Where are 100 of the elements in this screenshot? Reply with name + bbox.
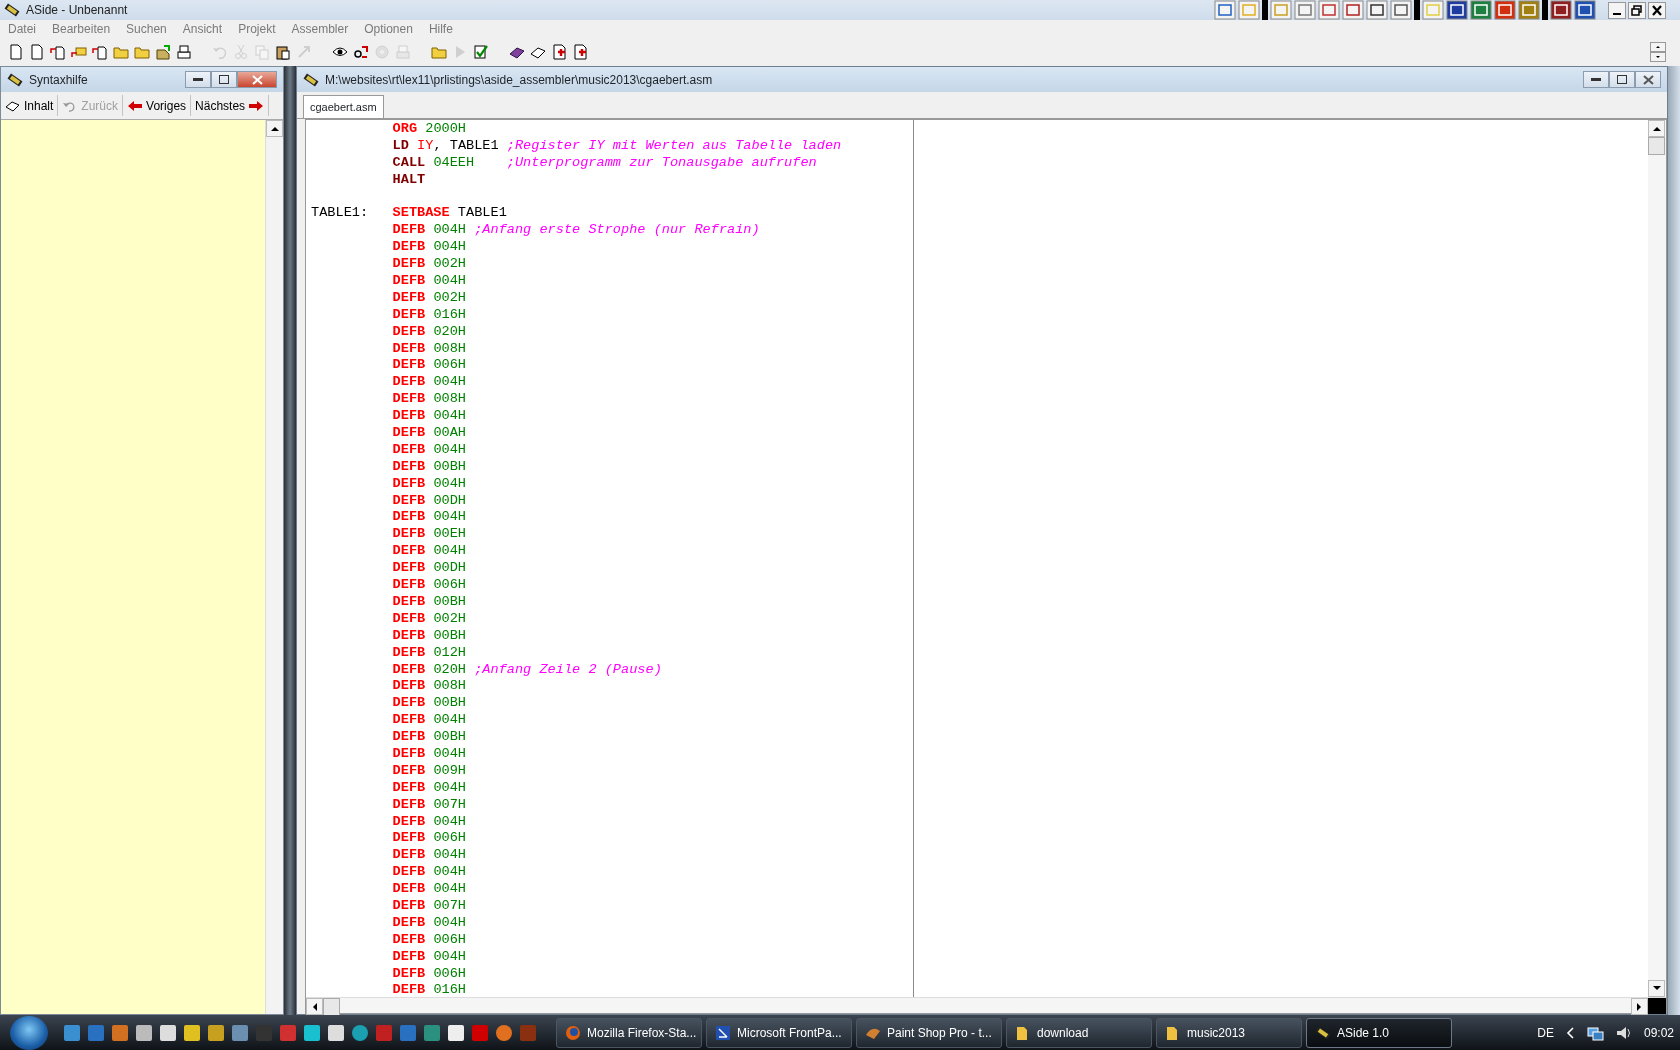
code-directive: DEFB [392,543,426,559]
printer-icon[interactable] [176,44,192,60]
code-directive: DEFB [392,881,426,897]
menu-item[interactable]: Bearbeiten [52,20,111,38]
code-directive: DEFB [392,526,426,542]
code-register: IY [417,137,434,153]
code-directive: DEFB [392,678,426,694]
scroll-down-button[interactable] [1648,980,1665,997]
scroll-right-button[interactable] [1631,998,1648,1015]
minimize-button[interactable] [1608,1,1626,19]
start-button[interactable] [10,1015,48,1050]
folder-arrow-icon[interactable] [71,44,87,60]
code-directive: DEFB [392,796,426,812]
code-instruction: LD [392,137,409,153]
close-icon [251,74,263,85]
folder-icon[interactable] [113,44,129,60]
code-directive: DEFB [392,357,426,373]
code-symbol: TABLE1 [457,205,507,221]
document-arrow-icon[interactable] [50,44,66,60]
code-number: 004H [433,914,466,930]
taskbar-button[interactable]: Paint Shop Pro - t... [856,1017,1002,1048]
scroll-left-button[interactable] [306,998,323,1015]
cycle-arrows-icon[interactable] [353,44,369,60]
help-nav-button[interactable]: Nächstes [191,95,270,116]
menu-item[interactable]: Hilfe [428,20,453,38]
taskbar-button[interactable]: music2013 [1156,1017,1302,1048]
code-directive: ORG [392,121,418,136]
help-nav-button[interactable]: Voriges [123,95,192,116]
taskbar-button[interactable]: Microsoft FrontPa... [706,1017,852,1048]
arrow-up-icon [270,126,279,131]
help-nav-button[interactable]: Inhalt [1,95,59,116]
code-directive: DEFB [392,610,426,626]
menu-item[interactable]: Projekt [238,20,276,38]
menu-item[interactable]: Assembler [291,20,349,38]
code-instruction: HALT [392,171,426,187]
maximize-button[interactable] [211,71,237,88]
code-directive: DEFB [392,729,426,745]
chevron-icon[interactable] [1565,1026,1575,1039]
menu-item[interactable]: Datei [8,20,36,38]
code-directive: DEFB [392,914,426,930]
scroll-up-button[interactable] [266,120,283,137]
maximize-button[interactable] [1609,71,1635,88]
code-directive: DEFB [392,661,426,677]
code-number: 004H [433,239,466,255]
scroll-up-button[interactable] [1648,120,1665,137]
code-directive: DEFB [392,897,426,913]
code-directive: DEFB [392,323,426,339]
language-indicator[interactable]: DE [1537,1023,1554,1042]
code-directive: DEFB [392,982,426,997]
code-number: 006H [433,965,466,981]
code-directive: SETBASE [392,205,450,221]
close-button[interactable] [1635,71,1661,88]
code-directive: DEFB [392,441,426,457]
file-tab[interactable]: cgaebert.asm [303,94,384,118]
arrow-down-icon [1652,986,1661,991]
minimize-button[interactable] [1583,71,1609,88]
code-directive: DEFB [392,712,426,728]
folder-icon[interactable] [134,44,150,60]
save-icon[interactable] [155,44,171,60]
menu-item[interactable]: Optionen [364,20,413,38]
document-arrow-icon[interactable] [92,44,108,60]
code-number: 012H [433,644,466,660]
taskbar-button[interactable]: Mozilla Firefox-Sta... [556,1017,702,1048]
code-directive: DEFB [392,847,426,863]
close-button[interactable] [1648,1,1666,19]
app-icon[interactable] [400,1024,416,1041]
code-number: 00BH [433,695,466,711]
paste-icon[interactable] [275,44,291,60]
code-number: 004H [433,813,466,829]
app-icon[interactable] [304,1024,320,1041]
menu-item[interactable]: Ansicht [182,20,223,38]
code-directive: DEFB [392,425,426,441]
menu-item[interactable]: Suchen [126,20,167,38]
app-icon[interactable] [280,1024,296,1041]
minimize-button[interactable] [185,71,211,88]
code-number: 004H [433,948,466,964]
folder-icon[interactable] [431,44,447,60]
network-icon[interactable] [1586,1024,1604,1041]
clock[interactable]: 09:02 [1643,1023,1674,1042]
code-number: 007H [433,796,466,812]
code-directive: DEFB [392,475,426,491]
code-number: 004H [433,881,466,897]
code-directive: DEFB [392,948,426,964]
code-number: 008H [433,678,466,694]
scrollbar-thumb[interactable] [323,998,340,1016]
app-icon[interactable] [424,1024,440,1041]
code-directive: DEFB [392,813,426,829]
speaker-icon[interactable] [1615,1024,1632,1041]
taskbar-button[interactable]: ASide 1.0 [1306,1017,1452,1048]
taskbar-button[interactable]: download [1006,1017,1152,1048]
window-title: ASide - Unbenannt [26,2,128,19]
code-comment: ;Anfang Zeile 2 (Pause) [474,661,662,679]
code-symbol: TABLE1 [449,137,499,153]
scrollbar-thumb[interactable] [1648,137,1665,155]
code-number: 00BH [433,627,466,643]
checkmark-icon[interactable] [473,44,489,60]
restore-button[interactable] [1628,1,1646,19]
code-number: 004H [433,374,466,390]
code-directive: DEFB [392,509,426,525]
code-label: TABLE1: [311,205,369,221]
